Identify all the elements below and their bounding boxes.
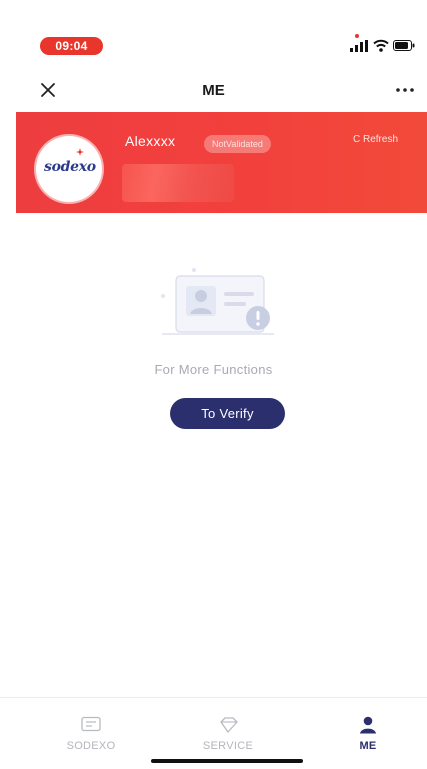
sodexo-logo: sodexo bbox=[44, 159, 96, 175]
user-name: Alexxxx bbox=[125, 133, 176, 149]
signal-alert-dot bbox=[355, 34, 359, 38]
profile-header: sodexo Alexxxx NotValidated C Refresh bbox=[16, 112, 427, 213]
tab-sodexo[interactable]: SODEXO bbox=[46, 716, 136, 760]
status-badge: NotValidated bbox=[204, 135, 271, 153]
status-time: 09:04 bbox=[40, 37, 103, 55]
wifi-icon bbox=[373, 39, 389, 52]
page-title: ME bbox=[202, 82, 225, 99]
logo-star-icon bbox=[76, 148, 84, 156]
me-screen: 09:04 ME sodexo Alexxxx NotValidated C R… bbox=[0, 0, 427, 769]
redacted-user-details bbox=[122, 164, 234, 202]
person-icon bbox=[360, 716, 376, 734]
refresh-label: Refresh bbox=[363, 134, 399, 145]
verify-button[interactable]: To Verify bbox=[170, 398, 285, 429]
tab-label-sodexo: SODEXO bbox=[66, 740, 116, 752]
tab-label-service: SERVICE bbox=[202, 740, 254, 752]
nav-bar: ME bbox=[0, 68, 427, 112]
hint-text: For More Functions bbox=[154, 362, 273, 377]
diamond-icon bbox=[220, 717, 238, 733]
home-indicator bbox=[151, 759, 303, 763]
id-card-warning-icon bbox=[161, 268, 274, 335]
refresh-icon: C bbox=[353, 134, 363, 145]
tab-service[interactable]: SERVICE bbox=[183, 716, 273, 760]
message-icon bbox=[81, 716, 101, 732]
avatar: sodexo bbox=[36, 136, 102, 202]
status-bar: 09:04 bbox=[0, 0, 427, 68]
tab-label-me: ME bbox=[359, 740, 377, 752]
more-icon[interactable] bbox=[393, 80, 417, 100]
status-icons bbox=[350, 34, 416, 56]
battery-icon bbox=[393, 40, 415, 51]
cellular-signal-icon bbox=[350, 40, 368, 52]
tab-me[interactable]: ME bbox=[323, 716, 413, 760]
refresh-button[interactable]: C Refresh bbox=[353, 134, 398, 145]
